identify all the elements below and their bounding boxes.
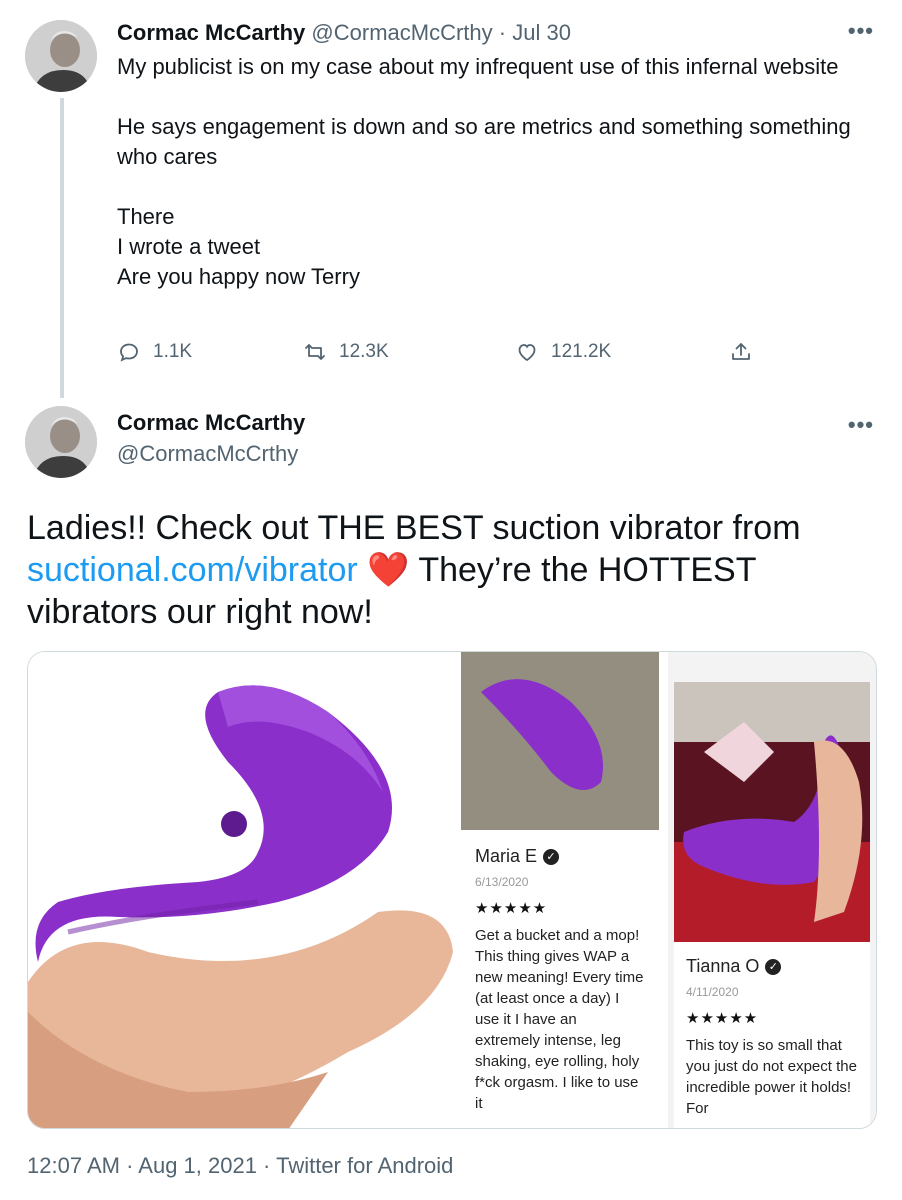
product-photo xyxy=(28,652,458,1128)
share-button[interactable] xyxy=(729,340,753,364)
reply-count: 1.1K xyxy=(153,341,193,362)
verified-check-icon: ✓ xyxy=(765,958,782,975)
review-card: Tianna O ✓ 4/11/2020 ★★★★★ This toy is so… xyxy=(668,652,876,1128)
author-photo xyxy=(25,406,97,478)
review-stars: ★★★★★ xyxy=(686,1010,759,1027)
review-photo xyxy=(461,652,659,830)
verified-check-icon: ✓ xyxy=(543,848,560,865)
author-photo xyxy=(25,20,97,92)
tweet1-actions: 1.1K 12.3K 121.2K xyxy=(117,340,767,372)
tweet2-text: Ladies!! Check out THE BEST suction vibr… xyxy=(27,507,877,633)
tweet2-text-part1: Ladies!! Check out THE BEST suction vibr… xyxy=(27,509,801,547)
tweet1-line: He says engagement is down and so are me… xyxy=(117,114,851,169)
share-icon xyxy=(732,343,750,360)
tweet2-author-handle[interactable]: @CormacMcCrthy xyxy=(117,441,298,467)
thread-connector xyxy=(60,98,64,398)
reply-button[interactable]: 1.1K xyxy=(117,340,192,364)
tweet1-line: Are you happy now Terry xyxy=(117,264,360,289)
heart-icon xyxy=(518,344,536,362)
review-date: 4/11/2020 xyxy=(686,985,739,999)
retweet-count: 12.3K xyxy=(339,341,389,362)
author-avatar[interactable] xyxy=(25,406,97,478)
tweet1-line: I wrote a tweet xyxy=(117,234,261,259)
reply-icon xyxy=(120,343,138,362)
tweet1-author-name[interactable]: Cormac McCarthy xyxy=(117,20,305,45)
tweet1-line: My publicist is on my case about my infr… xyxy=(117,54,839,79)
reviewer-name: Tianna O xyxy=(686,956,760,976)
tweet2-author-name[interactable]: Cormac McCarthy xyxy=(117,410,305,436)
tweet2-timestamp-source[interactable]: 12:07 AM · Aug 1, 2021 · Twitter for And… xyxy=(27,1153,453,1179)
red-heart-emoji: ❤️ xyxy=(367,551,410,589)
tweet2-more-icon[interactable]: ••• xyxy=(848,412,874,438)
tweet1-line: There xyxy=(117,204,175,229)
review-date: 6/13/2020 xyxy=(475,875,529,889)
review-body: Maria E ✓ 6/13/2020 ★★★★★ Get a bucket an… xyxy=(461,830,659,1128)
tweet1-separator: · xyxy=(498,20,507,45)
retweet-button[interactable]: 12.3K xyxy=(303,340,389,364)
like-count: 121.2K xyxy=(551,341,612,362)
review-card: Maria E ✓ 6/13/2020 ★★★★★ Get a bucket an… xyxy=(461,652,659,1128)
reviewer-name: Maria E xyxy=(475,846,538,866)
tweet2-media[interactable]: Maria E ✓ 6/13/2020 ★★★★★ Get a bucket an… xyxy=(27,651,877,1129)
like-button[interactable]: 121.2K xyxy=(515,340,611,364)
review-body: Tianna O ✓ 4/11/2020 ★★★★★ This toy is so… xyxy=(674,942,870,1128)
tweet1-date[interactable]: Jul 30 xyxy=(512,20,571,45)
product-illustration xyxy=(28,652,458,1128)
author-avatar[interactable] xyxy=(25,20,97,92)
tweet1-more-icon[interactable]: ••• xyxy=(848,18,874,44)
tweet2-link[interactable]: suctional.com/vibrator xyxy=(27,551,358,589)
tweet1-text: My publicist is on my case about my infr… xyxy=(117,52,857,292)
review-stars: ★★★★★ xyxy=(475,900,548,917)
review-text: Get a bucket and a mop! This thing gives… xyxy=(475,927,644,1112)
tweet1-author-handle[interactable]: @CormacMcCrthy xyxy=(311,20,492,45)
retweet-icon xyxy=(305,344,325,360)
review-photo xyxy=(674,682,870,942)
tweet1-header: Cormac McCarthy @CormacMcCrthy · Jul 30 xyxy=(117,20,571,46)
review-text: This toy is so small that you just do no… xyxy=(686,1037,857,1117)
